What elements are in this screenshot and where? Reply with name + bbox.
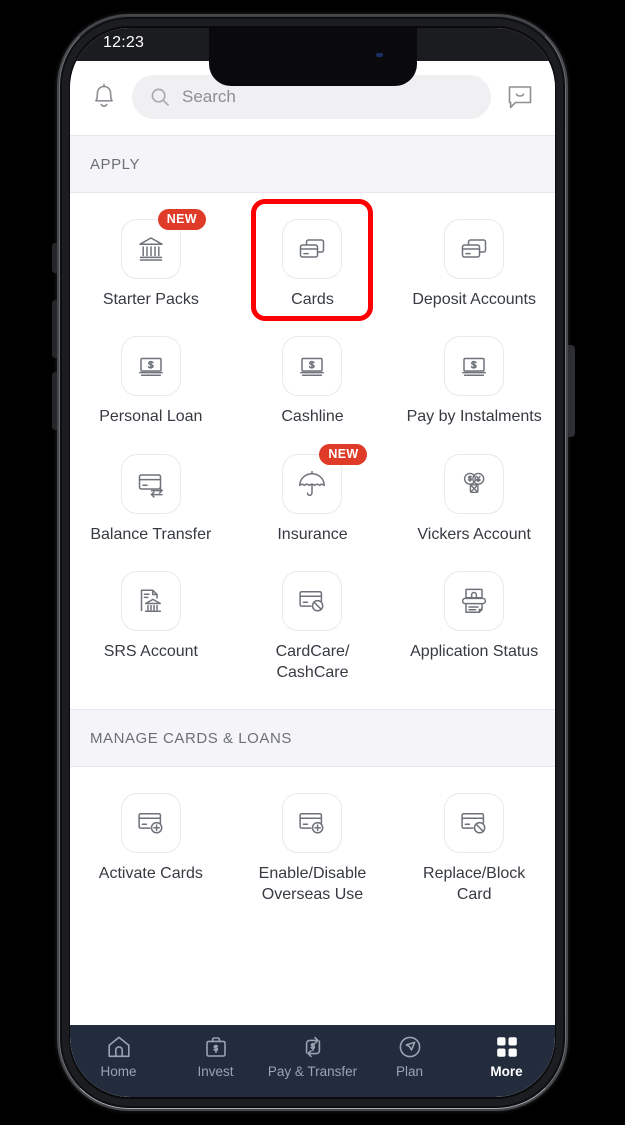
card-blocked-icon [444, 793, 505, 854]
tile-replace-block-card[interactable]: Replace/Block Card [393, 779, 555, 917]
volume-down-button[interactable] [52, 372, 57, 430]
status-bar: 12:23 [70, 28, 555, 86]
tile-grid-manage-cards-loans: Activate Cards Enable/Disable Overseas U… [70, 767, 555, 932]
power-button[interactable] [568, 345, 575, 437]
notch-sensor-dot [375, 53, 383, 57]
document-bank-icon [120, 571, 181, 632]
card-plus-icon [120, 793, 181, 854]
volume-up-button[interactable] [52, 300, 57, 358]
tile-label: Cards [291, 291, 334, 308]
tile-enable-disable-overseas-use[interactable]: Enable/Disable Overseas Use [232, 779, 394, 917]
tile-label: Application Status [410, 643, 539, 661]
credit-cards-icon [282, 219, 343, 279]
nav-item-invest[interactable]: Invest [167, 1034, 264, 1079]
phone-screen: 12:23 Search APPLY NEW Starter Packs Car… [70, 28, 555, 1097]
bank-building-icon: NEW [120, 209, 206, 279]
tile-balance-transfer[interactable]: Balance Transfer [70, 440, 232, 557]
tile-label: Replace/Block Card [423, 865, 526, 903]
tile-label: Pay by Instalments [406, 408, 542, 426]
tile-cards[interactable]: Cards [232, 205, 394, 322]
tile-srs-account[interactable]: SRS Account [70, 557, 232, 695]
tile-pay-by-instalments[interactable]: Pay by Instalments [393, 322, 555, 439]
printer-document-icon [444, 571, 505, 632]
tile-grid-apply: NEW Starter Packs Cards Deposit Accounts … [70, 193, 555, 710]
tile-deposit-accounts[interactable]: Deposit Accounts [393, 205, 555, 322]
tile-label: CardCare/ CashCare [275, 643, 350, 681]
bottom-navigation-bar: Home Invest Pay & Transfer Plan More [70, 1025, 555, 1097]
status-bar-clock: 12:23 [103, 34, 145, 51]
cash-dollar-card-icon [444, 336, 505, 397]
umbrella-icon: NEW [282, 443, 368, 514]
card-plus-icon [282, 793, 343, 854]
display-notch [208, 28, 417, 86]
tile-activate-cards[interactable]: Activate Cards [70, 779, 232, 917]
cash-dollar-card-icon [282, 336, 343, 397]
tile-label: Enable/Disable Overseas Use [258, 865, 367, 903]
tile-label: Deposit Accounts [412, 291, 536, 308]
compass-icon [397, 1034, 423, 1060]
tile-label: Cashline [281, 408, 344, 426]
tile-application-status[interactable]: Application Status [393, 557, 555, 695]
tile-label: Vickers Account [417, 525, 531, 543]
card-blocked-icon [282, 571, 343, 632]
section-header-manage-cards-loans: MANAGE CARDS & LOANS [70, 709, 555, 768]
transfer-icon [299, 1034, 327, 1060]
nav-item-more[interactable]: More [458, 1034, 555, 1079]
nav-item-home[interactable]: Home [70, 1034, 167, 1079]
tile-cashline[interactable]: Cashline [232, 322, 394, 439]
tile-label: Starter Packs [102, 291, 199, 308]
tile-label: Activate Cards [98, 865, 203, 883]
grid-icon [494, 1034, 520, 1060]
tile-label: Balance Transfer [90, 525, 212, 543]
search-placeholder-text: Search [182, 87, 236, 106]
tile-label: Personal Loan [99, 408, 203, 426]
nav-item-plan[interactable]: Plan [361, 1034, 458, 1079]
briefcase-icon [203, 1034, 229, 1060]
section-header-apply: APPLY [70, 135, 555, 193]
tile-vickers-account[interactable]: Vickers Account [393, 440, 555, 557]
cash-dollar-card-icon [120, 336, 181, 397]
chat-bubble-icon[interactable] [505, 82, 535, 112]
tile-starter-packs[interactable]: NEW Starter Packs [70, 205, 232, 322]
search-icon [150, 87, 170, 107]
mute-switch-button[interactable] [52, 243, 57, 273]
nav-item-label: Home [100, 1064, 137, 1079]
nav-item-label: Invest [197, 1064, 234, 1079]
credit-cards-icon [444, 219, 505, 279]
tile-label: Insurance [277, 525, 348, 543]
nav-item-label: Plan [395, 1064, 424, 1079]
new-badge: NEW [319, 443, 368, 465]
nav-item-label: Pay & Transfer [267, 1064, 358, 1079]
menu-sections: APPLY NEW Starter Packs Cards Deposit Acc… [70, 135, 555, 932]
tile-insurance[interactable]: NEW Insurance [232, 440, 394, 557]
bell-icon[interactable] [90, 82, 118, 112]
tile-label: SRS Account [103, 643, 198, 661]
home-icon [106, 1034, 132, 1060]
currency-exchange-icon [444, 453, 505, 514]
nav-item-label: More [490, 1064, 523, 1079]
new-badge: NEW [157, 209, 206, 230]
tile-cardcare-cashcare[interactable]: CardCare/ CashCare [232, 557, 394, 695]
card-transfer-icon [120, 453, 181, 514]
tile-personal-loan[interactable]: Personal Loan [70, 322, 232, 439]
nav-item-pay-transfer[interactable]: Pay & Transfer [264, 1034, 361, 1079]
